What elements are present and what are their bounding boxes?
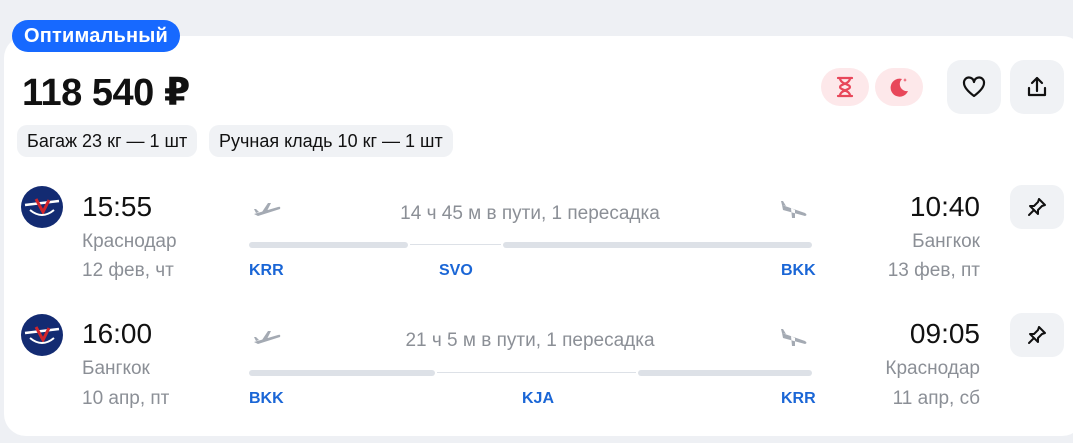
flight-duration: 14 ч 45 м в пути, 1 пересадка — [400, 203, 660, 224]
transfer-airport-code: KJA — [522, 390, 555, 407]
arrival-date: 13 фев, пт — [887, 260, 980, 281]
flight-duration: 21 ч 5 м в пути, 1 пересадка — [405, 330, 655, 351]
flight-segment-bar — [249, 370, 435, 376]
transfer-airport-code: SVO — [439, 262, 473, 279]
long-layover-pill — [821, 68, 869, 106]
departure-date: 10 апр, пт — [82, 388, 170, 409]
flight-segment-bar — [638, 370, 812, 376]
origin-airport-code: KRR — [249, 262, 284, 279]
departure-time: 16:00 — [82, 318, 153, 349]
arrival-city: Краснодар — [885, 358, 980, 379]
flight-segment-bar — [503, 242, 812, 248]
takeoff-icon — [254, 331, 281, 344]
departure-city: Бангкок — [82, 358, 150, 379]
departure-city: Краснодар — [82, 231, 177, 252]
share-icon — [1027, 76, 1047, 97]
layover-line — [437, 372, 636, 373]
night-flight-pill — [875, 68, 923, 106]
arrival-time: 10:40 — [909, 191, 980, 222]
landing-icon — [781, 201, 807, 218]
takeoff-icon — [254, 203, 281, 216]
landing-icon — [781, 329, 807, 346]
share-button[interactable] — [1010, 60, 1064, 114]
pin-icon — [1028, 198, 1046, 216]
optimal-badge: Оптимальный — [12, 20, 181, 52]
heart-icon — [962, 76, 986, 98]
departure-time: 15:55 — [82, 191, 153, 222]
pin-button[interactable] — [1010, 185, 1064, 229]
airline-logo — [21, 314, 63, 356]
flight-segment-bar — [249, 242, 408, 248]
origin-airport-code: BKK — [249, 390, 284, 407]
hand-luggage-chip: Ручная кладь 10 кг — 1 шт — [209, 125, 453, 157]
arrival-date: 11 апр, сб — [892, 388, 980, 409]
moon-icon — [890, 78, 908, 97]
layover-line — [410, 244, 501, 245]
arrival-city: Бангкок — [912, 231, 980, 252]
arrival-time: 09:05 — [909, 318, 980, 349]
pin-icon — [1028, 326, 1046, 344]
departure-date: 12 фев, чт — [82, 260, 174, 281]
baggage-chip: Багаж 23 кг — 1 шт — [17, 125, 198, 157]
ticket-price: 118 540 ₽ — [22, 72, 190, 114]
favorite-button[interactable] — [947, 60, 1001, 114]
airline-logo — [21, 186, 63, 228]
hourglass-icon — [836, 76, 854, 98]
pin-button[interactable] — [1010, 313, 1064, 357]
